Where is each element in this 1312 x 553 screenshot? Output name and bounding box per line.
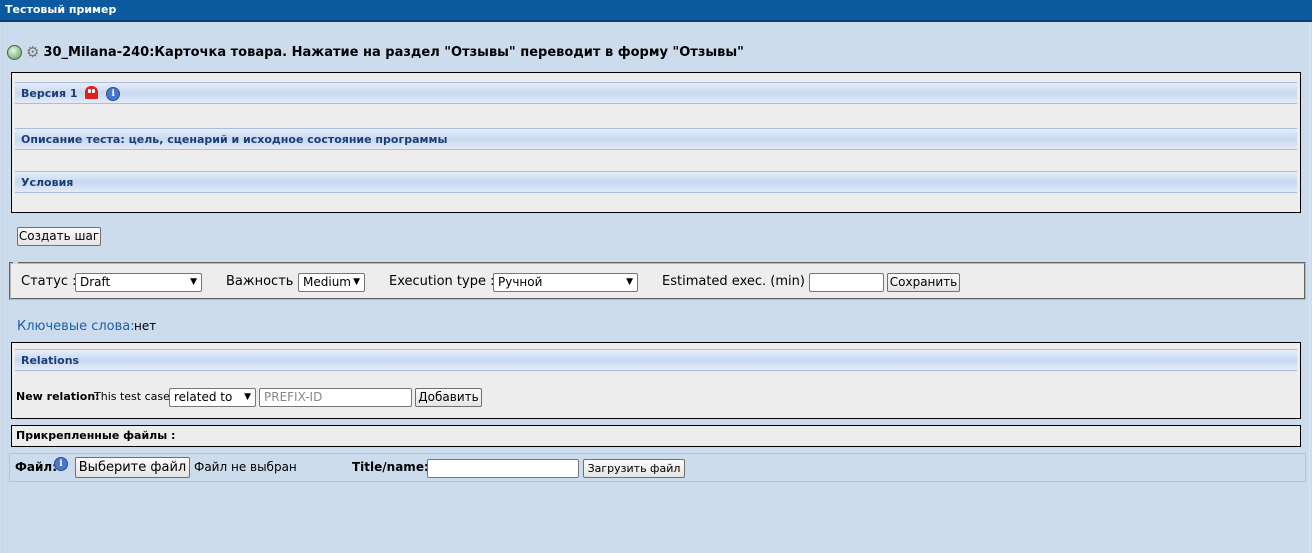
importance-select[interactable]: Medium ▼ [298,273,365,292]
save-button[interactable]: Сохранить [887,273,960,292]
conditions-section-header[interactable]: Условия [15,171,1297,193]
ghost-icon[interactable] [85,86,99,99]
info-icon[interactable]: i [106,87,121,101]
keywords-value: нет [134,319,157,333]
chevron-down-icon: ▼ [244,392,251,402]
importance-label: Важность : [226,274,302,289]
testcase-title: 30_Milana-240:Карточка товара. Нажатие н… [43,44,744,60]
this-test-case-text: This test case [94,390,170,403]
upload-file-button[interactable]: Загрузить файл [583,459,685,478]
status-label: Статус : [21,274,77,289]
create-step-button[interactable]: Создать шаг [17,227,101,246]
title-name-label: Title/name: [352,460,429,474]
status-select[interactable]: Draft ▼ [75,273,202,292]
version-section-header[interactable]: Версия 1 i [15,82,1297,104]
relation-id-input[interactable]: PREFIX-ID [259,388,412,407]
relation-type-select[interactable]: related to ▼ [169,388,256,407]
add-relation-button[interactable]: Добавить [415,388,482,407]
exec-type-select[interactable]: Ручной ▼ [493,273,638,292]
status-value: Draft [80,275,111,289]
relations-box: Relations [11,342,1301,419]
file-label: Файл: [15,460,57,474]
chevron-down-icon: ▼ [626,277,633,287]
chevron-down-icon: ▼ [190,277,197,287]
description-section-header[interactable]: Описание теста: цель, сценарий и исходно… [15,128,1297,150]
estimated-exec-input[interactable] [809,273,884,292]
keywords-label[interactable]: Ключевые слова: [17,319,135,334]
testcase-sections-box: Версия 1 i Описание теста: цель, сценари… [11,72,1301,213]
window-title: Тестовый пример [0,0,1312,22]
chevron-down-icon: ▼ [353,277,360,287]
left-frame-border [2,22,3,553]
attachments-header-box: Прикрепленные файлы : [11,425,1301,447]
fieldset-legend-gap [13,260,18,264]
exec-type-value: Ручной [498,275,543,289]
version-label: Версия 1 [21,87,78,100]
new-relation-label: New relation: [16,390,100,403]
title-name-input[interactable] [427,459,579,478]
relations-section-header[interactable]: Relations [15,349,1297,371]
info-icon[interactable]: i [54,457,68,471]
no-file-text: Файл не выбран [194,460,297,474]
right-frame-border [1309,22,1310,553]
estimated-exec-label: Estimated exec. (min) : [662,274,814,289]
choose-file-button[interactable]: Выберите файл [75,457,190,478]
exec-type-label: Execution type : [389,274,495,289]
execute-icon[interactable] [7,44,22,60]
testcase-header: ⚙ 30_Milana-240:Карточка товара. Нажатие… [7,41,744,63]
relation-type-value: related to [174,390,233,404]
importance-value: Medium [303,275,351,289]
gear-icon[interactable]: ⚙ [26,44,39,60]
properties-fieldset [9,262,1306,300]
attachments-title: Прикрепленные файлы : [16,429,176,442]
